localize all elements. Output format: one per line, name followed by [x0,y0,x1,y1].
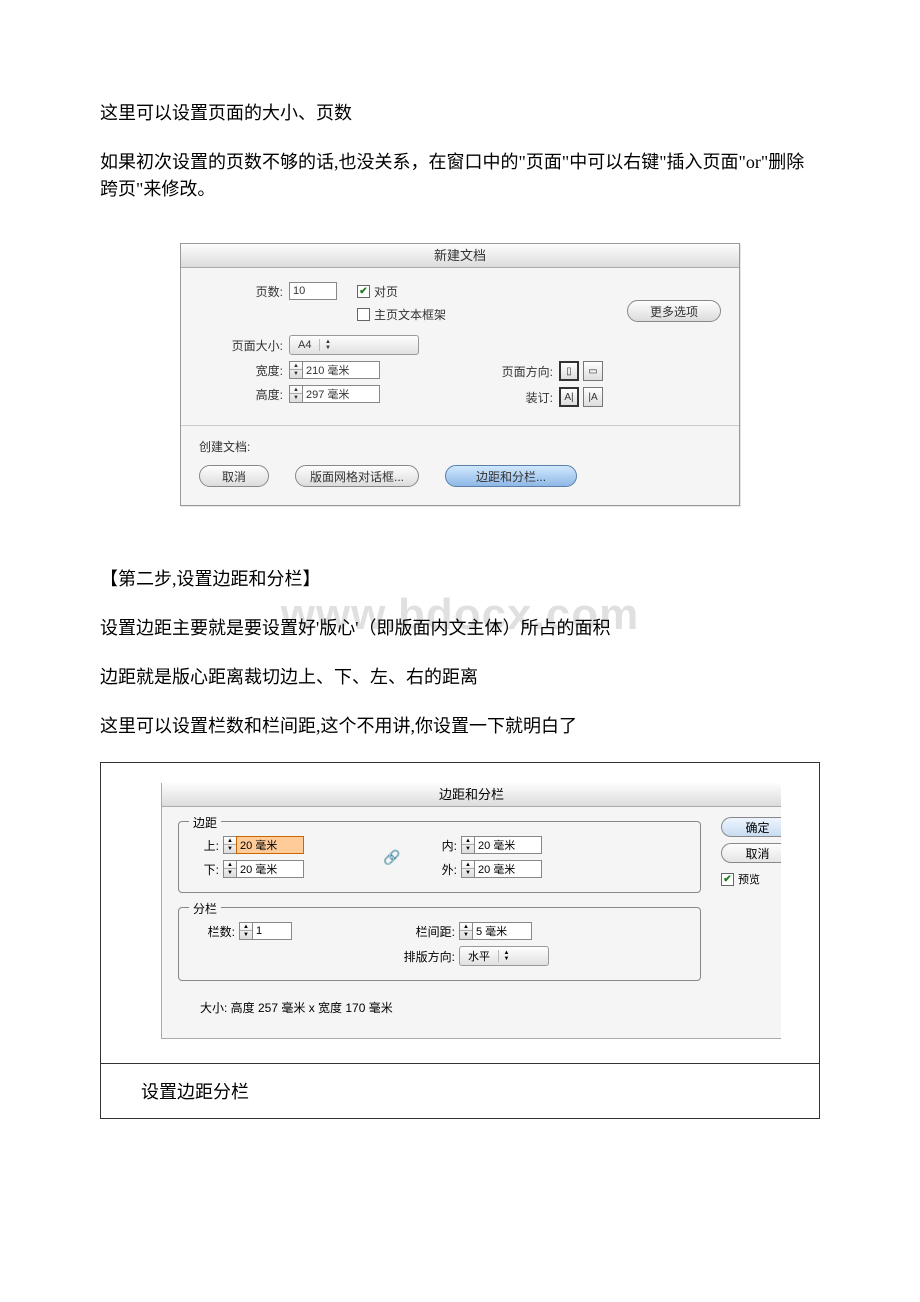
link-margins-icon[interactable]: 🔗 [383,844,401,870]
margins-columns-frame: 边距和分栏 边距 上: ▲▼ 20 毫米 [100,762,820,1119]
spinner-arrows-icon[interactable]: ▲▼ [223,836,236,854]
paragraph-page-size: 这里可以设置页面的大小、页数 [100,100,820,127]
pages-input[interactable]: 10 [289,282,337,300]
spinner-arrows-icon[interactable]: ▲▼ [459,922,472,940]
step2-p2: 边距就是版心距离裁切边上、下、左、右的距离 [100,664,820,691]
cancel-button[interactable]: 取消 [721,843,781,863]
step2-heading: 【第二步,设置边距和分栏】 [100,566,820,593]
dialog2-side-buttons: 确定 取消 ✔ 预览 [711,807,781,1038]
column-count-input[interactable]: 1 [252,922,292,940]
height-spinner[interactable]: ▲▼ 297 毫米 [289,385,380,403]
orientation-portrait-icon[interactable]: ▯ [559,361,579,381]
spinner-arrows-icon[interactable]: ▲▼ [289,361,302,379]
outside-label: 外: [431,861,461,878]
bottom-label: 下: [193,861,223,878]
spinner-arrows-icon[interactable]: ▲▼ [223,860,236,878]
margins-legend: 边距 [189,814,221,831]
direction-value: 水平 [460,948,498,964]
size-summary: 大小: 高度 257 毫米 x 宽度 170 毫米 [178,995,701,1024]
spinner-arrows-icon[interactable]: ▲▼ [239,922,252,940]
direction-select[interactable]: 水平 ▲▼ [459,946,549,966]
page-size-label: 页面大小: [199,337,289,354]
step2-p3: 这里可以设置栏数和栏间距,这个不用讲,你设置一下就明白了 [100,713,820,740]
pages-label: 页数: [199,283,289,300]
width-spinner[interactable]: ▲▼ 210 毫米 [289,361,380,379]
inside-label: 内: [431,837,461,854]
cancel-button[interactable]: 取消 [199,465,269,487]
chevron-up-down-icon: ▲▼ [498,950,514,962]
binding-right-icon[interactable]: |A [583,387,603,407]
bottom-spinner[interactable]: ▲▼ 20 毫米 [223,860,304,878]
more-options-button[interactable]: 更多选项 [627,300,721,322]
preview-label: 预览 [738,871,760,887]
step2-p1: 设置边距主要就是要设置好'版心'（即版面内文主体）所占的面积 [100,615,820,642]
height-label: 高度: [199,386,289,403]
preview-checkbox[interactable]: ✔ [721,873,734,886]
column-count-spinner[interactable]: ▲▼ 1 [239,922,292,940]
margins-columns-dialog: 边距和分栏 边距 上: ▲▼ 20 毫米 [161,783,781,1039]
chevron-up-down-icon: ▲▼ [319,339,335,351]
bottom-input[interactable]: 20 毫米 [236,860,304,878]
columns-fieldset: 分栏 栏数: ▲▼ 1 [178,907,701,981]
create-document-label: 创建文档: [199,438,721,455]
outside-input[interactable]: 20 毫米 [474,860,542,878]
binding-label: 装订: [499,389,559,406]
top-spinner[interactable]: ▲▼ 20 毫米 [223,836,304,854]
spinner-arrows-icon[interactable]: ▲▼ [461,836,474,854]
gutter-spinner[interactable]: ▲▼ 5 毫米 [459,922,532,940]
master-frame-label: 主页文本框架 [374,306,446,323]
column-count-label: 栏数: [193,923,239,940]
binding-left-icon[interactable]: A| [559,387,579,407]
dialog-title: 新建文档 [181,244,739,268]
top-label: 上: [193,837,223,854]
orientation-label: 页面方向: [499,363,559,380]
facing-pages-label: 对页 [374,283,398,300]
margins-fieldset: 边距 上: ▲▼ 20 毫米 [178,821,701,893]
figure-caption: 设置边距分栏 [101,1063,819,1118]
spinner-arrows-icon[interactable]: ▲▼ [289,385,302,403]
spinner-arrows-icon[interactable]: ▲▼ [461,860,474,878]
margins-columns-button[interactable]: 边距和分栏... [445,465,577,487]
divider [181,425,739,426]
height-input[interactable]: 297 毫米 [302,385,380,403]
top-input[interactable]: 20 毫米 [236,836,304,854]
outside-spinner[interactable]: ▲▼ 20 毫米 [461,860,542,878]
direction-label: 排版方向: [403,948,459,965]
width-label: 宽度: [199,362,289,379]
columns-legend: 分栏 [189,900,221,917]
gutter-label: 栏间距: [403,923,459,940]
layout-grid-dialog-button[interactable]: 版面网格对话框... [295,465,419,487]
orientation-landscape-icon[interactable]: ▭ [583,361,603,381]
paragraph-page-insert-tip: 如果初次设置的页数不够的话,也没关系，在窗口中的"页面"中可以右键"插入页面"o… [100,149,820,203]
gutter-input[interactable]: 5 毫米 [472,922,532,940]
page-size-select[interactable]: A4 ▲▼ [289,335,419,355]
page-size-value: A4 [290,339,319,351]
ok-button[interactable]: 确定 [721,817,781,837]
new-document-dialog: 新建文档 页数: 10 ✔ 对页 主页文本框架 更多选项 [180,243,740,506]
facing-pages-checkbox[interactable]: ✔ [357,285,370,298]
inside-input[interactable]: 20 毫米 [474,836,542,854]
inside-spinner[interactable]: ▲▼ 20 毫米 [461,836,542,854]
dialog2-title: 边距和分栏 [162,783,781,807]
master-frame-checkbox[interactable] [357,308,370,321]
width-input[interactable]: 210 毫米 [302,361,380,379]
